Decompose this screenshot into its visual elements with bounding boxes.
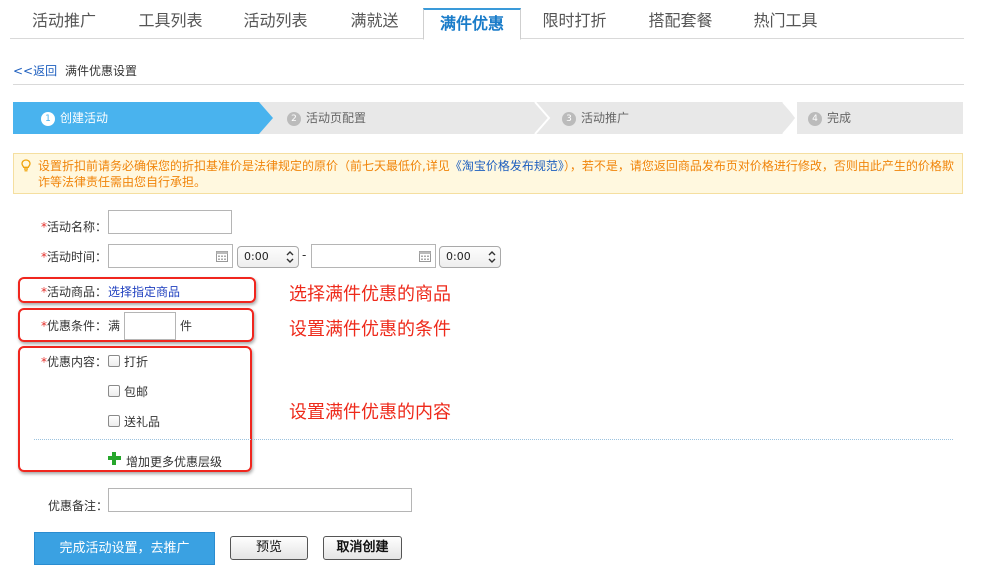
- label-text: 优惠条件：: [47, 319, 108, 333]
- lightbulb-icon: [21, 159, 31, 172]
- condition-prefix: 满: [108, 319, 121, 333]
- select-goods-link[interactable]: 选择指定商品: [108, 283, 180, 300]
- pricing-rules-link[interactable]: 《淘宝价格发布规范》: [450, 159, 564, 173]
- calendar-icon[interactable]: [216, 250, 228, 262]
- step-label: 活动页配置: [306, 111, 367, 125]
- end-date-input[interactable]: [311, 244, 436, 268]
- activity-goods-label: *活动商品：: [41, 283, 107, 300]
- activity-name-label: *活动名称：: [41, 218, 107, 235]
- step-number: 4: [808, 112, 822, 126]
- preview-button[interactable]: 预览: [230, 536, 308, 560]
- submit-button[interactable]: 完成活动设置，去推广: [34, 532, 215, 565]
- step-label: 创建活动: [60, 111, 109, 125]
- divider: [13, 84, 964, 85]
- free-shipping-checkbox[interactable]: [108, 385, 120, 397]
- notice-text-start: 设置折扣前请务必确保您的折扣基准价是法律规定的原价（前七天最低价,详见: [38, 159, 450, 173]
- dotted-divider: [34, 439, 953, 440]
- step-number: 1: [41, 112, 55, 126]
- stepper-arrows-icon: [286, 251, 294, 263]
- condition-label: *优惠条件：: [41, 317, 107, 334]
- plus-icon[interactable]: [108, 452, 121, 465]
- step-complete: 4 完成: [808, 102, 851, 134]
- tab-quantity-discount[interactable]: 满件优惠: [423, 8, 521, 40]
- step-number: 2: [287, 112, 301, 126]
- tab-activity-list[interactable]: 活动列表: [223, 0, 328, 39]
- free-shipping-option-label: 包邮: [124, 385, 149, 399]
- quantity-input[interactable]: [124, 312, 176, 340]
- label-text: 活动时间：: [47, 250, 108, 264]
- time-separator: -: [302, 248, 307, 262]
- discount-option-label: 打折: [124, 355, 149, 369]
- end-time-value: 0:00: [446, 250, 471, 263]
- price-notice: 设置折扣前请务必确保您的折扣基准价是法律规定的原价（前七天最低价,详见《淘宝价格…: [13, 153, 963, 194]
- step-label: 完成: [827, 111, 852, 125]
- label-text: 优惠内容：: [47, 355, 108, 369]
- label-text: 活动商品：: [47, 285, 108, 299]
- step-promotion: 3 活动推广: [562, 102, 629, 134]
- step-number: 3: [562, 112, 576, 126]
- step-create-activity: 1 创建活动: [41, 102, 108, 134]
- tab-tool-list[interactable]: 工具列表: [118, 0, 223, 39]
- cancel-button[interactable]: 取消创建: [323, 536, 402, 560]
- add-level-link[interactable]: 增加更多优惠层级: [126, 453, 222, 470]
- condition-suffix: 件: [180, 319, 193, 333]
- tab-limited-discount[interactable]: 限时打折: [523, 0, 626, 39]
- tab-full-gift[interactable]: 满就送: [328, 0, 421, 39]
- end-time-select[interactable]: 0:00: [439, 246, 501, 268]
- label-text: 活动名称：: [47, 220, 108, 234]
- tab-bundle-package[interactable]: 搭配套餐: [628, 0, 733, 39]
- tab-activity-promotion[interactable]: 活动推广: [10, 0, 118, 39]
- discount-checkbox[interactable]: [108, 355, 120, 367]
- annotation-condition: 设置满件优惠的条件: [289, 319, 451, 340]
- annotation-goods: 选择满件优惠的商品: [289, 284, 451, 305]
- tab-bar: 活动推广 工具列表 活动列表 满就送 满件优惠 限时打折 搭配套餐 热门工具: [10, 0, 964, 40]
- step-page-config: 2 活动页配置: [287, 102, 366, 134]
- stepper-arrows-icon: [488, 251, 496, 263]
- progress-steps: 1 创建活动 2 活动页配置 3 活动推广 4 完成: [13, 102, 963, 134]
- calendar-icon[interactable]: [419, 250, 431, 262]
- activity-name-input[interactable]: [108, 210, 232, 234]
- start-time-select[interactable]: 0:00: [237, 246, 299, 268]
- page-title: 满件优惠设置: [64, 64, 137, 78]
- start-date-input[interactable]: [108, 244, 233, 268]
- start-time-value: 0:00: [244, 250, 269, 263]
- back-link[interactable]: <<返回: [13, 64, 57, 78]
- annotation-content: 设置满件优惠的内容: [289, 402, 451, 423]
- breadcrumb: <<返回 满件优惠设置: [13, 62, 137, 79]
- gift-option-label: 送礼品: [124, 415, 161, 429]
- remark-label: 优惠备注：: [48, 499, 109, 513]
- content-label: *优惠内容：: [41, 353, 107, 370]
- tab-hot-tools[interactable]: 热门工具: [733, 0, 838, 39]
- remark-input[interactable]: [108, 488, 412, 512]
- activity-time-label: *活动时间：: [41, 248, 107, 265]
- step-label: 活动推广: [581, 111, 630, 125]
- gift-checkbox[interactable]: [108, 415, 120, 427]
